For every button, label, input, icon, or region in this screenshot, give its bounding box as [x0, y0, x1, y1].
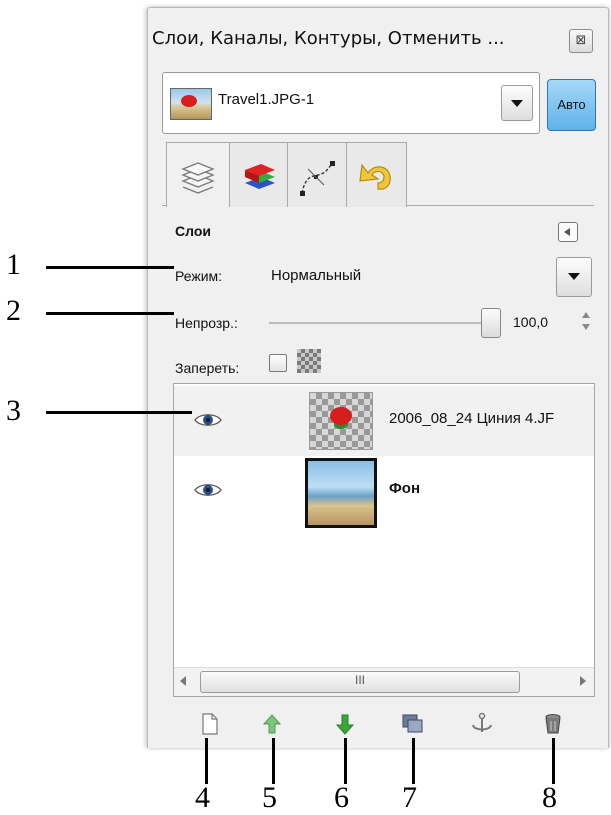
layer-row[interactable]: Фон — [174, 456, 594, 528]
lock-alpha-icon[interactable] — [297, 349, 321, 373]
layer-thumbnail — [309, 392, 373, 450]
delete-layer-icon — [545, 714, 561, 734]
raise-layer-button[interactable] — [259, 712, 285, 736]
callout-line-6 — [344, 738, 347, 784]
callout-line-3 — [46, 411, 192, 414]
layers-icon — [181, 162, 215, 194]
scroll-left-icon[interactable] — [180, 676, 186, 686]
auto-button[interactable]: Авто — [547, 79, 596, 131]
opacity-spin-buttons[interactable] — [581, 308, 591, 336]
callout-5: 5 — [262, 781, 277, 814]
callout-2: 2 — [6, 294, 21, 327]
callout-line-2 — [46, 312, 174, 315]
flower-thumbnail-icon — [181, 95, 197, 107]
channels-icon — [245, 164, 275, 189]
scrollbar-thumb[interactable]: III — [200, 671, 520, 693]
dock-title: Слои, Каналы, Контуры, Отменить ... — [152, 28, 505, 49]
visibility-eye-icon[interactable] — [194, 482, 222, 498]
callout-line-8 — [552, 738, 555, 784]
mode-label: Режим: — [175, 268, 223, 284]
new-layer-button[interactable] — [196, 712, 222, 736]
anchor-layer-button[interactable] — [469, 712, 495, 736]
image-thumbnail — [170, 88, 212, 120]
tab-menu-button[interactable] — [558, 222, 578, 242]
opacity-value[interactable]: 100,0 — [513, 314, 548, 330]
opacity-slider-track[interactable] — [269, 322, 499, 324]
tab-paths[interactable] — [287, 142, 348, 207]
lower-layer-icon — [335, 714, 355, 735]
scroll-right-icon[interactable] — [580, 676, 586, 686]
callout-7: 7 — [402, 781, 417, 814]
paths-icon — [300, 161, 335, 196]
callout-8: 8 — [542, 781, 557, 814]
duplicate-layer-icon — [402, 714, 423, 733]
anchor-layer-icon — [472, 712, 492, 732]
layer-thumbnail — [305, 458, 377, 528]
delete-layer-button[interactable] — [540, 712, 566, 736]
raise-layer-icon — [262, 714, 282, 734]
callout-1: 1 — [6, 248, 21, 281]
layer-name[interactable]: 2006_08_24 Циния 4.JF — [389, 410, 554, 427]
lower-layer-button[interactable] — [332, 712, 358, 736]
callout-6: 6 — [334, 781, 349, 814]
layers-dock-panel: Слои, Каналы, Контуры, Отменить ... ⊠ Tr… — [147, 7, 609, 748]
image-dropdown-button[interactable] — [501, 85, 533, 121]
close-button[interactable]: ⊠ — [569, 29, 593, 53]
callout-line-4 — [205, 738, 208, 784]
tab-layers[interactable] — [166, 142, 230, 207]
spin-up-icon[interactable] — [582, 312, 590, 318]
scrollbar-grip: III — [354, 673, 365, 687]
lock-checkbox[interactable] — [269, 354, 287, 372]
spin-down-icon[interactable] — [582, 324, 590, 330]
callout-line-7 — [412, 738, 415, 784]
tab-undo[interactable] — [346, 142, 407, 207]
callout-4: 4 — [195, 781, 210, 814]
chevron-down-icon — [511, 100, 523, 107]
opacity-slider-handle[interactable] — [481, 308, 501, 338]
lock-label: Запереть: — [175, 360, 240, 376]
opacity-label: Непрозр.: — [175, 315, 238, 331]
section-title: Слои — [175, 223, 211, 239]
chevron-down-icon — [568, 273, 580, 280]
tab-channels[interactable] — [228, 142, 289, 207]
mode-dropdown-button[interactable] — [556, 257, 592, 297]
callout-3: 3 — [6, 394, 21, 427]
undo-history-icon — [359, 163, 391, 190]
mode-value[interactable]: Нормальный — [271, 267, 361, 284]
duplicate-layer-button[interactable] — [399, 712, 425, 736]
callout-line-1 — [46, 266, 174, 269]
layer-row[interactable]: 2006_08_24 Циния 4.JF — [174, 386, 594, 456]
layer-list: 2006_08_24 Циния 4.JF Фон III — [173, 383, 595, 697]
new-layer-icon — [202, 713, 218, 735]
layer-name[interactable]: Фон — [389, 480, 420, 497]
callout-line-5 — [272, 738, 275, 784]
chevron-left-icon — [564, 228, 570, 236]
horizontal-scrollbar[interactable]: III — [174, 667, 594, 696]
visibility-eye-icon[interactable] — [194, 412, 222, 428]
image-name: Travel1.JPG-1 — [218, 91, 315, 108]
image-selector[interactable]: Travel1.JPG-1 — [162, 72, 540, 134]
flower-thumbnail-icon — [330, 407, 352, 425]
